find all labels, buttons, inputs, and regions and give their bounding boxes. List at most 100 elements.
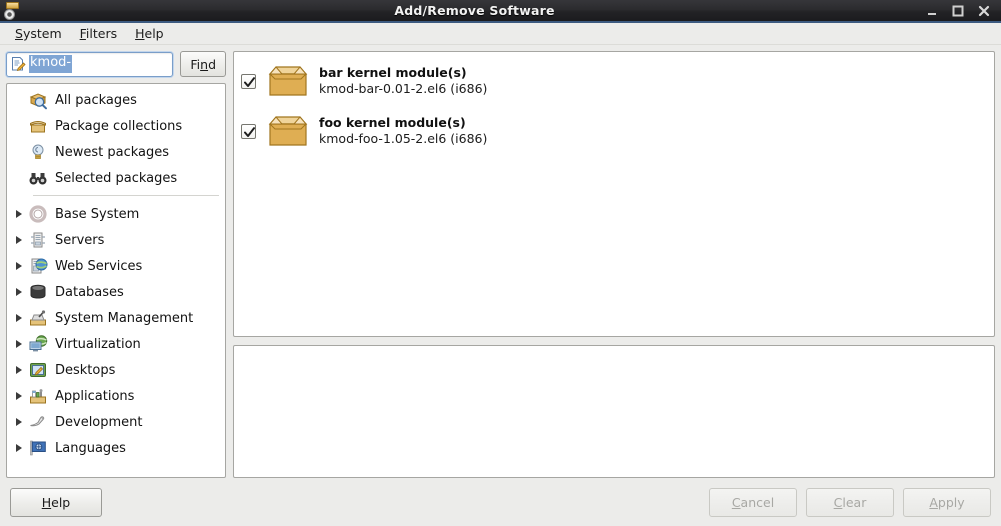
expander-toggle[interactable] <box>10 210 28 218</box>
sidebar-item-development[interactable]: Development <box>7 409 225 435</box>
sidebar-item-label: All packages <box>55 92 137 108</box>
sidebar-item-desktops[interactable]: Desktops <box>7 357 225 383</box>
package-box-icon <box>265 111 311 151</box>
sidebar-item-base-system[interactable]: Base System <box>7 201 225 227</box>
sidebar-item-web-services[interactable]: Web Services <box>7 253 225 279</box>
sidebar-item-label: Languages <box>55 440 126 456</box>
sidebar-item-label: Servers <box>55 232 105 248</box>
sidebar-item-system-management[interactable]: System Management <box>7 305 225 331</box>
desktops-icon <box>28 360 48 380</box>
sidebar-item-selected-packages[interactable]: Selected packages <box>7 165 225 191</box>
sidebar-item-label: Newest packages <box>55 144 170 160</box>
window-body: kmod- Fi n d All packages Package collec… <box>0 45 1001 478</box>
right-pane: bar kernel module(s) kmod-bar-0.01-2.el6… <box>233 51 995 478</box>
search-input-value: kmod- <box>29 55 73 73</box>
menu-filters-label: ilters <box>85 25 118 41</box>
system-management-icon <box>28 308 48 328</box>
menu-filters[interactable]: Filters <box>71 24 126 43</box>
clear-button-mnemonic: C <box>833 494 843 510</box>
expander-toggle[interactable] <box>10 418 28 426</box>
databases-icon <box>28 282 48 302</box>
sidebar-item-label: Virtualization <box>55 336 141 352</box>
search-input[interactable]: kmod- <box>6 51 174 77</box>
menubar: System Filters Help <box>0 22 1001 45</box>
cancel-button-mnemonic: C <box>731 494 741 510</box>
expander-toggle[interactable] <box>10 340 28 348</box>
base-system-icon <box>28 204 48 224</box>
sidebar-item-servers[interactable]: Servers <box>7 227 225 253</box>
menu-system-label: ystem <box>22 25 62 41</box>
close-button[interactable] <box>977 4 991 18</box>
servers-icon <box>28 230 48 250</box>
clear-button-label: lear <box>842 494 867 510</box>
window-title: Add/Remove Software <box>394 3 555 18</box>
expander-toggle[interactable] <box>10 392 28 400</box>
package-text: bar kernel module(s) kmod-bar-0.01-2.el6… <box>319 65 487 97</box>
development-icon <box>28 412 48 432</box>
menu-help[interactable]: Help <box>126 24 173 43</box>
newest-packages-icon <box>28 142 48 162</box>
help-button[interactable]: Help <box>10 487 102 517</box>
sidebar-item-label: Base System <box>55 206 140 222</box>
sidebar-item-databases[interactable]: Databases <box>7 279 225 305</box>
sidebar-item-label: Desktops <box>55 362 116 378</box>
expander-toggle[interactable] <box>10 236 28 244</box>
minimize-button[interactable] <box>925 4 939 18</box>
apply-button[interactable]: Apply <box>903 487 991 517</box>
languages-icon <box>28 438 48 458</box>
search-document-icon <box>10 56 26 72</box>
left-pane: kmod- Fi n d All packages Package collec… <box>6 51 226 478</box>
category-tree[interactable]: All packages Package collections Newest … <box>6 83 226 478</box>
help-button-mnemonic: H <box>41 494 52 510</box>
sidebar-item-label: Package collections <box>55 118 183 134</box>
package-checkbox[interactable] <box>241 123 256 139</box>
sidebar-item-languages[interactable]: Languages <box>7 435 225 461</box>
expander-toggle[interactable] <box>10 366 28 374</box>
package-nevra: kmod-bar-0.01-2.el6 (i686) <box>319 81 488 96</box>
package-list-row[interactable]: bar kernel module(s) kmod-bar-0.01-2.el6… <box>234 56 994 106</box>
expander-toggle[interactable] <box>10 288 28 296</box>
applications-icon <box>28 386 48 406</box>
virtualization-icon <box>28 334 48 354</box>
sidebar-item-applications[interactable]: Applications <box>7 383 225 409</box>
sidebar-item-label: Databases <box>55 284 124 300</box>
menu-system[interactable]: System <box>6 24 71 43</box>
sidebar-item-label: Development <box>55 414 143 430</box>
sidebar-item-newest-packages[interactable]: Newest packages <box>7 139 225 165</box>
cancel-button-label: ancel <box>740 494 775 510</box>
footer-action-buttons: Cancel Clear Apply <box>709 487 991 517</box>
package-list[interactable]: bar kernel module(s) kmod-bar-0.01-2.el6… <box>233 51 995 337</box>
apply-button-label: pply <box>937 494 965 510</box>
titlebar-accent-line <box>0 21 1001 23</box>
footer-buttons: Help Cancel Clear Apply <box>0 478 1001 526</box>
add-remove-software-window: Add/Remove Software System Filters Help <box>0 0 1001 526</box>
maximize-button[interactable] <box>951 4 965 18</box>
expander-toggle[interactable] <box>10 444 28 452</box>
package-list-row[interactable]: foo kernel module(s) kmod-foo-1.05-2.el6… <box>234 106 994 156</box>
sidebar-item-label: System Management <box>55 310 194 326</box>
package-checkbox[interactable] <box>241 73 256 89</box>
all-packages-icon <box>28 90 48 110</box>
expander-toggle[interactable] <box>10 314 28 322</box>
menu-help-label: elp <box>144 25 164 41</box>
window-controls <box>925 4 991 18</box>
titlebar[interactable]: Add/Remove Software <box>0 0 1001 23</box>
package-details-pane <box>233 345 995 478</box>
clear-button[interactable]: Clear <box>806 487 894 517</box>
sidebar-item-virtualization[interactable]: Virtualization <box>7 331 225 357</box>
window-package-disc-icon <box>2 0 24 22</box>
package-nevra: kmod-foo-1.05-2.el6 (i686) <box>319 131 488 146</box>
sidebar-item-package-collections[interactable]: Package collections <box>7 113 225 139</box>
expander-toggle[interactable] <box>10 262 28 270</box>
selected-packages-icon <box>28 168 48 188</box>
find-button-post: d <box>208 56 216 72</box>
sidebar-item-label: Selected packages <box>55 170 178 186</box>
apply-button-mnemonic: A <box>929 494 938 510</box>
sidebar-item-all-packages[interactable]: All packages <box>7 87 225 113</box>
find-button[interactable]: Fi n d <box>180 51 226 77</box>
search-row: kmod- Fi n d <box>6 51 226 77</box>
cancel-button[interactable]: Cancel <box>709 487 797 517</box>
package-box-icon <box>265 61 311 101</box>
help-button-label: elp <box>51 494 71 510</box>
sidebar-separator <box>33 195 219 196</box>
